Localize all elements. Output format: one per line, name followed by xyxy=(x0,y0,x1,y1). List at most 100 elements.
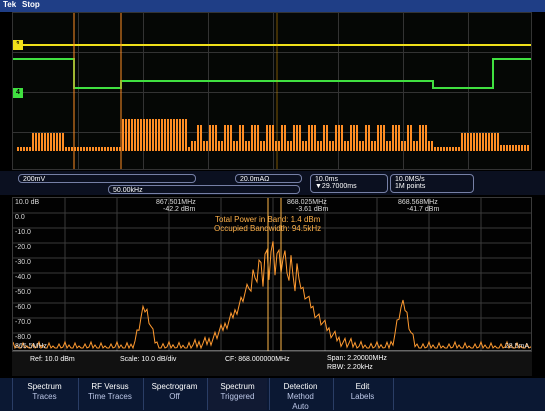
marker-b-frequency: 868.025MHz xyxy=(287,199,327,206)
burst-mark xyxy=(365,125,367,151)
brand-label: Tek xyxy=(3,0,17,9)
rf-versus-time-key[interactable]: RF Versus Time Traces xyxy=(78,378,141,410)
burst-mark xyxy=(314,125,316,151)
db-tick-2: -10.0 xyxy=(15,229,31,236)
burst-mark xyxy=(359,141,361,151)
burst-mark xyxy=(242,125,244,151)
burst-mark xyxy=(356,125,358,151)
burst-mark xyxy=(527,145,529,151)
burst-mark xyxy=(209,125,211,151)
burst-mark xyxy=(431,141,433,151)
burst-mark xyxy=(464,133,466,151)
ch4-unit: Ω xyxy=(264,176,270,183)
burst-mark xyxy=(59,133,61,151)
rbw: RBW: 2.20kHz xyxy=(327,364,373,371)
burst-mark xyxy=(41,133,43,151)
burst-mark xyxy=(326,125,328,151)
burst-mark xyxy=(344,141,346,151)
burst-mark xyxy=(287,141,289,151)
burst-mark xyxy=(161,119,163,151)
marker-a-frequency: 867.501MHz xyxy=(156,199,196,206)
ch4-scale: 20.0mA xyxy=(240,176,265,183)
burst-mark xyxy=(176,119,178,151)
burst-mark xyxy=(494,133,496,151)
burst-mark xyxy=(206,141,208,151)
burst-mark xyxy=(233,141,235,151)
burst-mark xyxy=(92,147,94,151)
burst-mark xyxy=(128,119,130,151)
burst-mark xyxy=(329,141,331,151)
burst-mark xyxy=(149,119,151,151)
marker-c-frequency: 868.568MHz xyxy=(398,199,438,206)
burst-mark xyxy=(44,133,46,151)
burst-mark xyxy=(65,147,67,151)
burst-mark xyxy=(254,125,256,151)
burst-mark xyxy=(350,125,352,151)
burst-mark xyxy=(125,119,127,151)
burst-mark xyxy=(71,147,73,151)
burst-mark xyxy=(119,147,121,151)
right-axis-value: 28.5mA xyxy=(504,343,529,350)
burst-mark xyxy=(302,141,304,151)
burst-mark xyxy=(413,141,415,151)
burst-mark xyxy=(491,133,493,151)
blank-softkey[interactable] xyxy=(393,378,533,410)
burst-mark xyxy=(386,141,388,151)
db-tick-7: -60.0 xyxy=(15,304,31,311)
acq-box: 10.0MS/s 1M points xyxy=(390,174,474,193)
db-tick-3: -20.0 xyxy=(15,244,31,251)
burst-mark xyxy=(296,125,298,151)
spectrum-panel: 10.0 dB 0.0 -10.0 -20.0 -30.0 -40.0 -50.… xyxy=(12,197,532,352)
burst-mark xyxy=(368,125,370,151)
burst-mark xyxy=(140,119,142,151)
burst-mark xyxy=(257,125,259,151)
burst-mark xyxy=(137,119,139,151)
burst-mark xyxy=(248,141,250,151)
burst-mark xyxy=(290,141,292,151)
burst-mark xyxy=(104,147,106,151)
softkey-row: Spectrum Traces RF Versus Time Traces Spec… xyxy=(0,378,545,411)
spectrum-traces-key[interactable]: Spectrum Traces xyxy=(12,378,76,410)
burst-mark xyxy=(449,147,451,151)
burst-mark xyxy=(245,141,247,151)
burst-mark xyxy=(182,119,184,151)
detection-method-key[interactable]: Detection Method Auto xyxy=(269,378,331,411)
acquisition-state: Stop xyxy=(22,0,40,9)
burst-mark xyxy=(113,147,115,151)
burst-mark xyxy=(515,145,517,151)
spectrum-triggered-key[interactable]: Spectrum Triggered xyxy=(207,378,267,410)
frequency-readout: 50.00kHz xyxy=(113,187,143,194)
left-axis-value: 865.5MHz xyxy=(15,343,47,350)
edit-labels-key[interactable]: Edit Labels xyxy=(333,378,391,410)
db-tick-8: -70.0 xyxy=(15,319,31,326)
burst-mark xyxy=(404,141,406,151)
burst-mark xyxy=(500,145,502,151)
status-strip: 200mV 20.0mAΩ 50.00kHz 10.0ms ▼29.7000ms… xyxy=(0,171,545,195)
burst-mark xyxy=(380,125,382,151)
burst-mark xyxy=(524,145,526,151)
spectrogram-key[interactable]: Spectrogram Off xyxy=(143,378,205,410)
burst-mark xyxy=(188,147,190,151)
burst-mark xyxy=(266,125,268,151)
burst-mark xyxy=(167,119,169,151)
burst-mark xyxy=(227,125,229,151)
occupied-bandwidth: Occupied Bandwidth: 94.5kHz xyxy=(214,224,322,233)
burst-mark xyxy=(335,125,337,151)
burst-mark xyxy=(428,141,430,151)
burst-mark xyxy=(83,147,85,151)
timebase: 10.0ms xyxy=(315,176,338,183)
spectrum-settings-bar: Ref: 10.0 dBm Scale: 10.0 dB/div CF: 868… xyxy=(12,352,532,376)
burst-mark xyxy=(101,147,103,151)
burst-mark xyxy=(278,141,280,151)
burst-mark xyxy=(56,133,58,151)
burst-mark xyxy=(341,125,343,151)
burst-mark xyxy=(143,119,145,151)
burst-mark xyxy=(440,147,442,151)
burst-mark xyxy=(26,147,28,151)
burst-mark xyxy=(122,119,124,151)
burst-mark xyxy=(77,147,79,151)
burst-mark xyxy=(38,133,40,151)
burst-mark xyxy=(116,147,118,151)
burst-mark xyxy=(437,147,439,151)
burst-mark xyxy=(509,145,511,151)
